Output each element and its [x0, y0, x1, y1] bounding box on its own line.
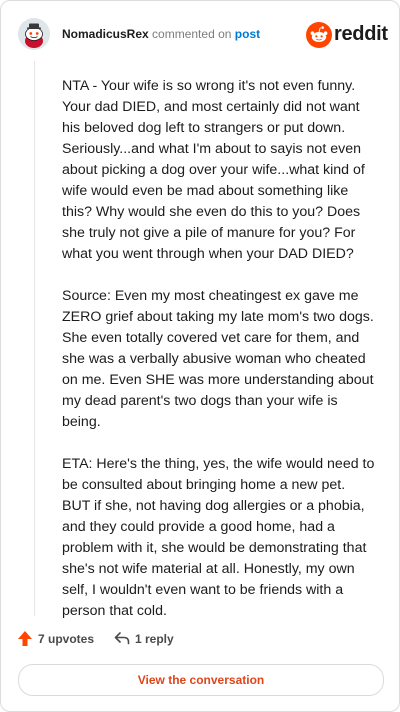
comment-card: NomadicusRex commented on post reddit NT…	[0, 0, 400, 712]
comment-body: NTA - Your wife is so wrong it's not eve…	[62, 76, 376, 643]
comment-paragraph: NTA - Your wife is so wrong it's not eve…	[62, 78, 365, 262]
reddit-logo-icon	[306, 22, 332, 48]
comment-header: NomadicusRex commented on post reddit	[18, 18, 388, 52]
reply-arrow-icon	[114, 632, 130, 645]
upvotes-count: 7 upvotes	[38, 632, 95, 646]
snoo-avatar-icon	[18, 18, 50, 50]
reply-count: 1 reply	[135, 632, 174, 646]
commented-on-text: commented on	[152, 27, 232, 41]
user-avatar[interactable]	[18, 18, 50, 50]
comment-paragraph: ETA: Here's the thing, yes, the wife wou…	[62, 456, 375, 619]
comment-actions: 7 upvotes 1 reply	[17, 628, 383, 650]
comment-paragraph: Source: Even my most cheatingest ex gave…	[62, 288, 374, 430]
thread-line	[34, 61, 35, 616]
view-conversation-button[interactable]: View the conversation	[18, 664, 384, 696]
post-link[interactable]: post	[235, 27, 260, 41]
reddit-wordmark: reddit	[334, 23, 388, 45]
username-link[interactable]: NomadicusRex	[62, 27, 149, 41]
upvote-arrow-icon	[18, 631, 32, 646]
upvotes-button[interactable]: 7 upvotes	[17, 628, 107, 650]
comment-meta: NomadicusRex commented on post	[62, 27, 260, 41]
reddit-brand[interactable]: reddit	[306, 22, 388, 48]
reply-button[interactable]: 1 reply	[114, 628, 194, 650]
